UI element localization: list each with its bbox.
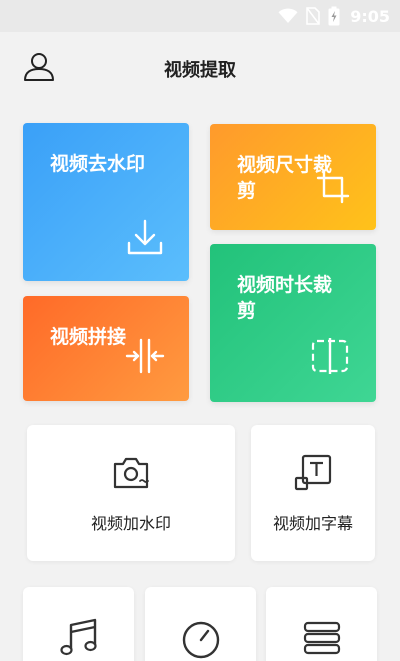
size-crop-card[interactable]: 视频尺寸裁剪 <box>210 124 376 230</box>
camera-icon <box>113 457 149 489</box>
page-title: 视频提取 <box>164 60 236 81</box>
crop-icon <box>316 170 350 204</box>
watermark-removal-card[interactable]: 视频去水印 <box>23 123 189 281</box>
watermark-removal-label: 视频去水印 <box>50 153 146 175</box>
text-box-icon <box>294 454 332 491</box>
concat-card[interactable]: 视频拼接 <box>23 296 189 401</box>
music-note-icon <box>59 618 97 656</box>
wifi-icon <box>278 8 298 23</box>
speed-card[interactable] <box>145 587 256 661</box>
duration-trim-label: 视频时长裁剪 <box>237 274 333 322</box>
add-subtitle-card[interactable]: 视频加字幕 <box>251 425 375 561</box>
app-header: 视频提取 <box>0 32 400 102</box>
split-icon <box>311 338 349 374</box>
speedometer-icon <box>182 621 219 659</box>
duration-trim-card[interactable]: 视频时长裁剪 <box>210 244 376 402</box>
add-watermark-label: 视频加水印 <box>90 514 171 533</box>
download-icon <box>127 219 163 255</box>
book-stack-icon <box>303 621 340 655</box>
battery-charging-icon <box>328 6 340 26</box>
status-time: 9:05 <box>350 6 390 26</box>
stack-card[interactable] <box>266 587 377 661</box>
music-card[interactable] <box>23 587 134 661</box>
concat-label: 视频拼接 <box>50 326 127 348</box>
status-bar: 9:05 <box>0 0 400 32</box>
add-watermark-card[interactable]: 视频加水印 <box>27 425 235 561</box>
merge-icon <box>125 338 165 374</box>
add-subtitle-label: 视频加字幕 <box>272 514 353 533</box>
no-sim-icon <box>306 7 321 25</box>
